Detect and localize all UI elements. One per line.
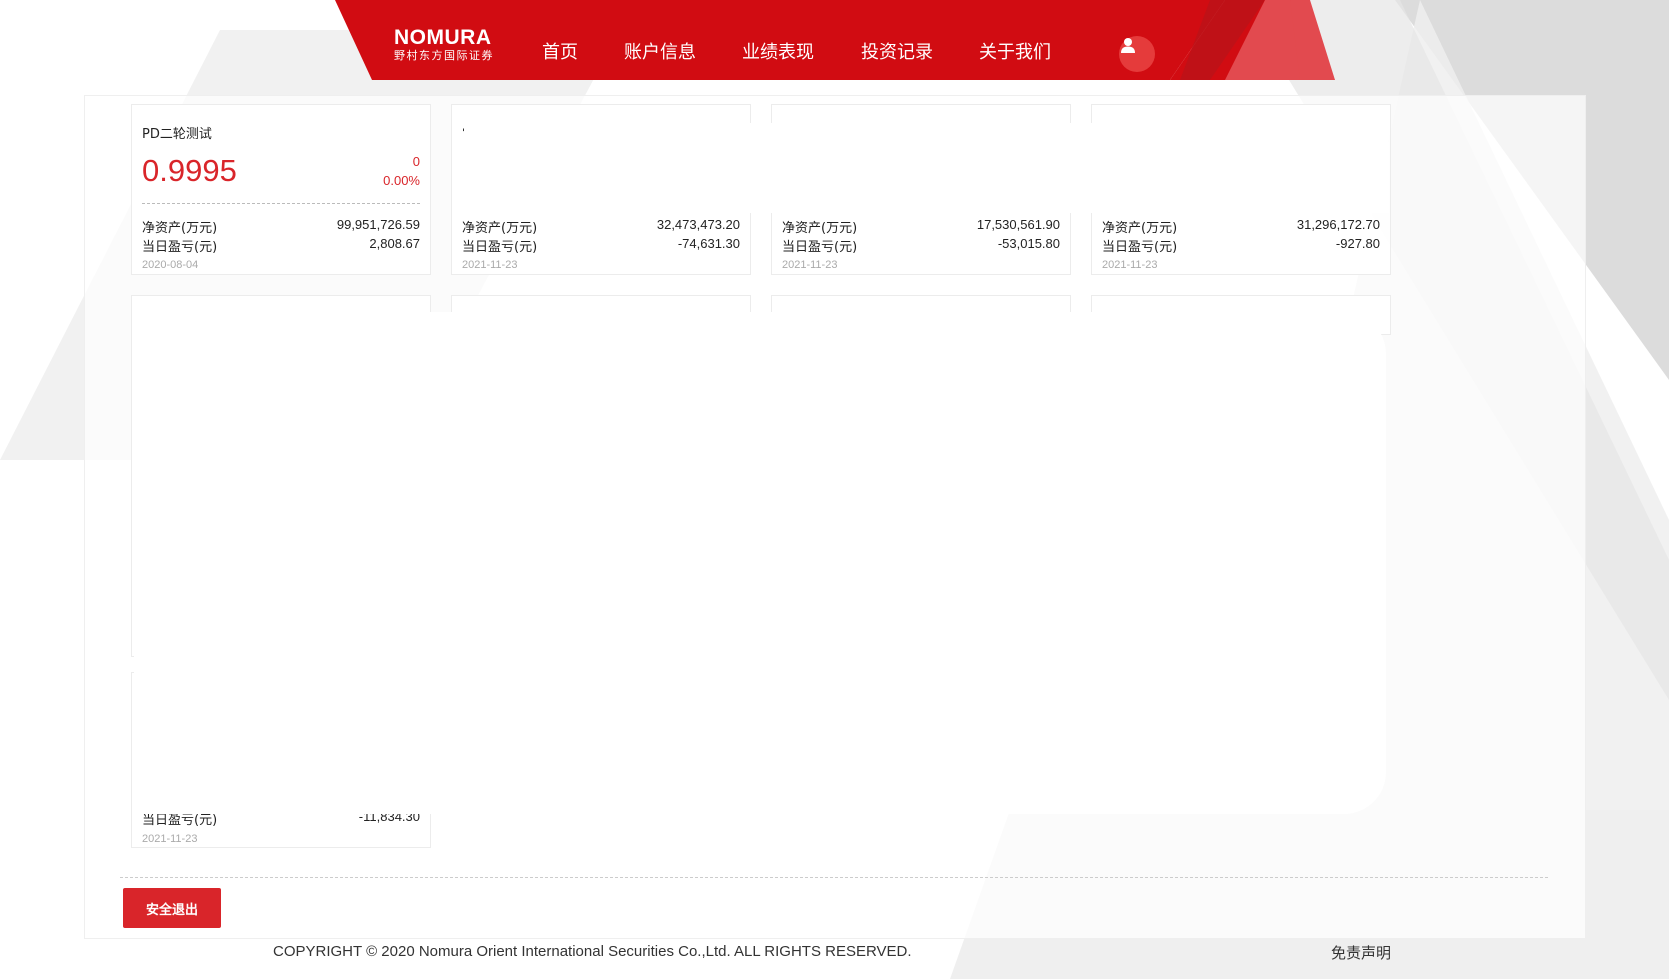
user-icon [1121,38,1135,53]
card-date: 2021-11-23 [142,833,198,845]
nav-performance[interactable]: 业绩表现 [742,38,814,64]
net-asset-label: 净资产(万元) [782,221,858,236]
card-divider [142,203,420,204]
logo-brand: NOMURA [394,26,492,49]
net-asset-value: 17,530,561.90 [976,217,1060,232]
daily-pl-label: 当日盈亏(元) [782,240,858,255]
header-banner [335,0,1335,80]
card-date: 2021-11-23 [782,259,838,271]
daily-pl-value: -53,015.80 [997,236,1060,251]
net-asset-label: 净资产(万元) [1102,221,1178,236]
card-change-abs: 0 [412,154,420,169]
daily-pl-label: 当日盈亏(元) [462,240,538,255]
nav-about-us[interactable]: 关于我们 [979,38,1051,64]
daily-pl-label: 当日盈亏(元) [1102,240,1178,255]
nomura-logo[interactable]: NOMURA 野村东方国际证券 [394,27,494,63]
card-change-pct: 0.00% [383,173,420,188]
top-header: NOMURA 野村东方国际证券 首页 账户信息 业绩表现 投资记录 关于我们 [0,0,1669,80]
card-date: 2020-08-04 [142,259,199,271]
nav-investment-records[interactable]: 投资记录 [861,38,933,64]
logo-subtitle: 野村东方国际证券 [394,49,494,62]
occluding-overlay [464,123,1389,213]
net-asset-label: 净资产(万元) [462,221,538,236]
footer-divider [120,877,1548,878]
daily-pl-value: -927.80 [1335,236,1380,251]
occluding-overlay [134,312,1386,814]
net-asset-value: 31,296,172.70 [1296,217,1380,232]
net-asset-value: 32,473,473.20 [656,217,740,232]
card-title: PD二轮测试 [142,127,212,142]
copyright-text: COPYRIGHT © 2020 Nomura Orient Internati… [273,943,912,960]
card-change: 0 0.00% [383,152,420,190]
nav-account-info[interactable]: 账户信息 [624,38,696,64]
nav-home[interactable]: 首页 [542,38,578,64]
card-nav-value: 0.9995 [142,153,237,188]
logout-button[interactable]: 安全退出 [123,888,221,928]
card-date: 2021-11-23 [1102,259,1158,271]
disclaimer-link[interactable]: 免责声明 [1331,942,1391,963]
account-card[interactable]: PD二轮测试 0.9995 0 0.00% 净资产(万元) 99,951,726… [131,104,431,275]
daily-pl-label: 当日盈亏(元) [142,240,218,255]
card-date: 2021-11-23 [462,259,518,271]
user-button[interactable] [1119,36,1155,72]
net-asset-label: 净资产(万元) [142,221,218,236]
net-asset-value: 99,951,726.59 [336,217,420,232]
daily-pl-value: -74,631.30 [677,236,740,251]
daily-pl-value: 2,808.67 [369,236,420,251]
